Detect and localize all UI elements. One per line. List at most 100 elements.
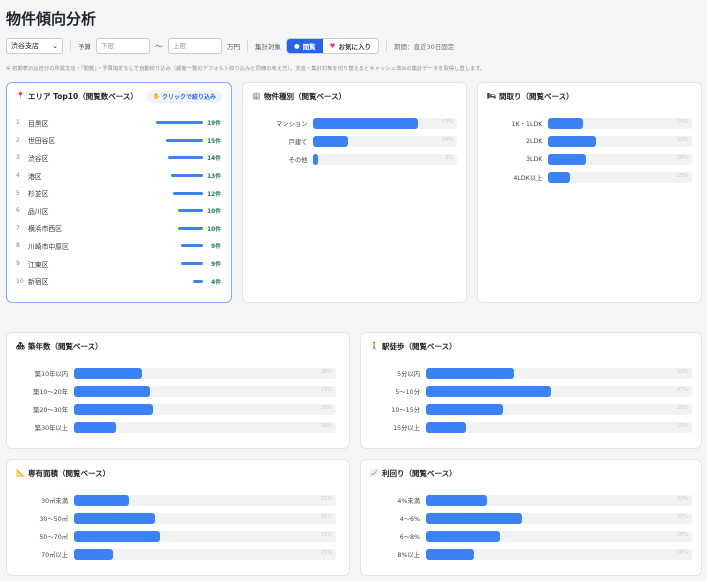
bar-track: 18% xyxy=(426,548,692,560)
bar-value: 18% xyxy=(676,549,688,556)
building-age-card: 🏘 築年数（閲覧ベース） 築10年以内 26% 築10〜20年 29% 築20〜30年 30%… xyxy=(6,332,350,449)
rank-count: 13件 xyxy=(207,174,221,181)
area-rank-row[interactable]: 4 港区 13件 xyxy=(16,167,222,185)
bar-value: 29% xyxy=(676,404,688,411)
budget-unit: 万円 xyxy=(227,43,240,51)
budget-min-input[interactable]: 下限 xyxy=(96,38,150,54)
bar-row: 1K・1LDK 24% xyxy=(487,114,692,132)
bar-row: 2LDK 33% xyxy=(487,132,692,150)
rank-number: 7 xyxy=(16,224,20,232)
bar-chart: 1K・1LDK 24% 2LDK 33% 3LDK 26% 4LDK以上 15% xyxy=(487,114,692,186)
card-title-text: 専有面積（閲覧ベース） xyxy=(28,468,111,478)
bar-fill xyxy=(74,530,161,542)
bar-track: 28% xyxy=(426,530,692,542)
bar-fill xyxy=(426,367,514,379)
station-walk-card: 🚶 駅徒歩（閲覧ベース） 5分以内 33% 5〜10分 47% 10〜15分 29% 15分以上… xyxy=(360,332,702,449)
toggle-view-button[interactable]: ● 閲覧 xyxy=(287,39,323,53)
rank-bar xyxy=(156,226,203,230)
filter-hint-badge[interactable]: ✋ クリックで絞り込み xyxy=(146,89,222,103)
area-name: 世田谷区 xyxy=(28,137,56,146)
area-rank-list: 1 目黒区 19件 2 世田谷区 15件 3 渋谷区 14件 4 港区 13件 5 杉並区 12件 6 品川区 1… xyxy=(16,114,222,290)
card-title: 🛏 間取り（閲覧ベース） xyxy=(487,91,574,102)
bar-value: 15% xyxy=(676,172,688,179)
bar-value: 73% xyxy=(441,118,453,125)
card-title: 🏘 築年数（閲覧ベース） xyxy=(16,341,103,352)
bar-row: マンション 73% xyxy=(252,114,457,132)
rank-number: 5 xyxy=(16,189,20,197)
rank-count: 10件 xyxy=(207,226,221,233)
bar-chart: 築10年以内 26% 築10〜20年 29% 築20〜30年 30% 築30年以上 16% xyxy=(16,364,340,436)
bar-label: 築10〜20年 xyxy=(33,388,68,396)
area-name: 品川区 xyxy=(28,207,49,216)
bar-label: 15分以上 xyxy=(393,424,420,432)
rank-count: 4件 xyxy=(211,279,221,286)
property-type-card: 🏢 物件種別（閲覧ベース） マンション 73% 戸建て 24% その他 3% xyxy=(242,82,467,303)
card-title: 🚶 駅徒歩（閲覧ベース） xyxy=(370,341,457,352)
bar-fill xyxy=(548,135,596,147)
budget-max-input[interactable]: 上限 xyxy=(168,38,222,54)
bar-track: 31% xyxy=(74,512,336,524)
rank-bar-fill xyxy=(178,209,203,213)
rank-number: 8 xyxy=(16,242,20,250)
bar-label: 戸建て xyxy=(288,138,308,146)
bar-fill xyxy=(426,385,552,397)
area-rank-row[interactable]: 10 新宿区 4件 xyxy=(16,272,222,290)
rank-count: 10件 xyxy=(207,209,221,216)
rank-bar xyxy=(156,279,203,283)
bar-label: 30〜50㎡ xyxy=(39,515,68,523)
rank-bar xyxy=(156,138,203,142)
bar-row: 3LDK 26% xyxy=(487,150,692,168)
bar-label: その他 xyxy=(288,156,308,164)
bar-value: 26% xyxy=(320,368,332,375)
bar-label: 5〜10分 xyxy=(395,388,420,396)
bar-value: 36% xyxy=(676,513,688,520)
building-icon: 🏢 xyxy=(252,92,261,100)
rank-bar-fill xyxy=(178,226,203,230)
filter-bar: 渋谷支店 ⌄ 予算 下限 〜 上限 万円 集計対象 ● 閲覧 ♥ お気に入り 期… xyxy=(6,38,701,54)
floor-area-card: 📐 専有面積（閲覧ベース） 30㎡未満 21% 30〜50㎡ 31% 50〜70㎡ 33% 70… xyxy=(6,459,350,576)
rank-count: 14件 xyxy=(207,156,221,163)
bar-track: 33% xyxy=(548,135,692,147)
bar-label: 6〜8% xyxy=(399,533,420,541)
area-rank-row[interactable]: 7 横浜市西区 10件 xyxy=(16,220,222,238)
area-rank-row[interactable]: 1 目黒区 19件 xyxy=(16,114,222,132)
card-title-text: 駅徒歩（閲覧ベース） xyxy=(382,341,457,351)
bar-value: 26% xyxy=(676,154,688,161)
area-rank-row[interactable]: 9 江東区 9件 xyxy=(16,255,222,273)
target-label: 集計対象 xyxy=(255,43,281,51)
bar-track: 15% xyxy=(74,548,336,560)
filter-hint-text: クリックで絞り込み xyxy=(161,93,216,101)
area-rank-row[interactable]: 8 川崎市中原区 9件 xyxy=(16,237,222,255)
bar-fill xyxy=(74,421,116,433)
bar-value: 33% xyxy=(676,368,688,375)
area-name: 江東区 xyxy=(28,260,49,269)
bar-label: 1K・1LDK xyxy=(511,120,543,128)
bar-row: 4LDK以上 15% xyxy=(487,168,692,186)
bar-fill xyxy=(74,367,143,379)
rank-number: 3 xyxy=(16,154,20,162)
area-rank-row[interactable]: 5 杉並区 12件 xyxy=(16,184,222,202)
area-rank-row[interactable]: 3 渋谷区 14件 xyxy=(16,149,222,167)
period-text: 期間：直近30日固定 xyxy=(394,43,455,51)
area-title-text: エリア Top10（閲覧数ベース） xyxy=(28,91,138,101)
bar-label: 2LDK xyxy=(525,137,543,145)
bar-row: 15分以上 15% xyxy=(370,418,692,436)
bar-row: 5〜10分 47% xyxy=(370,382,692,400)
area-name: 港区 xyxy=(28,172,42,181)
area-rank-row[interactable]: 6 品川区 10件 xyxy=(16,202,222,220)
bar-track: 47% xyxy=(426,385,692,397)
bar-label: 4%未満 xyxy=(397,497,420,505)
rank-number: 2 xyxy=(16,136,20,144)
branch-select[interactable]: 渋谷支店 ⌄ xyxy=(6,38,63,54)
bar-track: 3% xyxy=(313,153,457,165)
area-rank-row[interactable]: 2 世田谷区 15件 xyxy=(16,132,222,150)
area-name: 横浜市西区 xyxy=(28,225,62,234)
bar-fill xyxy=(313,117,419,129)
toggle-favorite-button[interactable]: ♥ お気に入り xyxy=(322,39,378,53)
rank-count: 9件 xyxy=(211,244,221,251)
rank-bar-fill xyxy=(156,121,203,125)
card-title-text: 利回り（閲覧ベース） xyxy=(382,468,457,478)
bar-track: 33% xyxy=(426,367,692,379)
floor-plan-card: 🛏 間取り（閲覧ベース） 1K・1LDK 24% 2LDK 33% 3LDK 26% 4LDK以… xyxy=(477,82,702,303)
rank-bar xyxy=(156,156,203,160)
